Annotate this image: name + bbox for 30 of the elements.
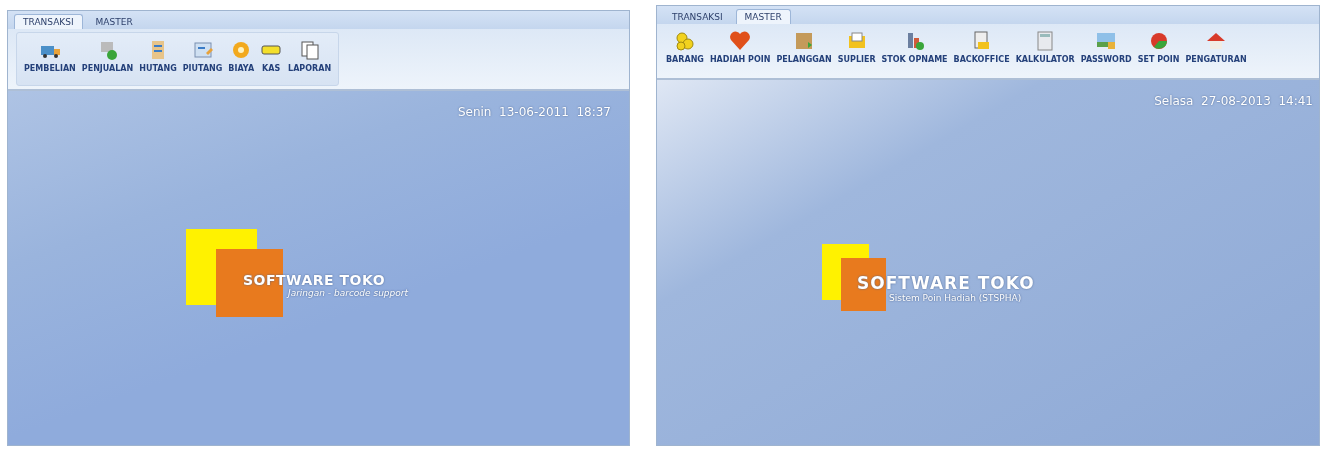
date-time: Selasa 27-08-2013 14:41 [1154,94,1313,108]
toolbar-button[interactable]: BIAYA [227,37,256,81]
tool-icon [673,30,696,52]
toolbar-button[interactable]: LAPORAN [287,37,333,81]
toolbar-button[interactable]: KALKULATOR [1014,28,1076,66]
toolbar-button[interactable]: STOK OPNAME [880,28,949,66]
toolbar-button[interactable]: PENGATURAN [1184,28,1248,66]
toolbar-button[interactable]: PELANGGAN [775,28,833,66]
toolbar-button[interactable]: KAS [259,37,284,81]
tool-icon [298,39,321,61]
tab[interactable]: TRANSAKSI [663,9,732,24]
toolbar-button[interactable]: SUPLIER [836,28,877,66]
tool-icon [729,30,752,52]
tool-icon [1095,30,1118,52]
toolbar-button[interactable]: BARANG [665,28,705,66]
tab[interactable]: TRANSAKSI [14,14,83,29]
toolbar-button[interactable]: PIUTANG [181,37,224,81]
logo-subtitle: Jaringan - barcode support [288,288,409,298]
toolbar-button[interactable]: HADIAH POIN [708,28,772,66]
toolbar-button[interactable]: PASSWORD [1079,28,1133,66]
tab[interactable]: MASTER [735,9,791,24]
toolbar-button[interactable]: SET POIN [1136,28,1181,66]
tool-icon [191,39,214,61]
toolbar-button[interactable]: PEMBELIAN [23,37,77,81]
tab[interactable]: MASTER [86,14,142,29]
date-time: Senin 13-06-2011 18:37 [457,105,611,119]
toolbar-button[interactable]: HUTANG [138,37,178,81]
toolbar-button[interactable]: PENJUALAN [80,37,135,81]
toolbar-button[interactable]: BACKOFFICE [952,28,1011,66]
logo-subtitle: Sistem Poin Hadiah (STSPHA) [889,293,1023,303]
